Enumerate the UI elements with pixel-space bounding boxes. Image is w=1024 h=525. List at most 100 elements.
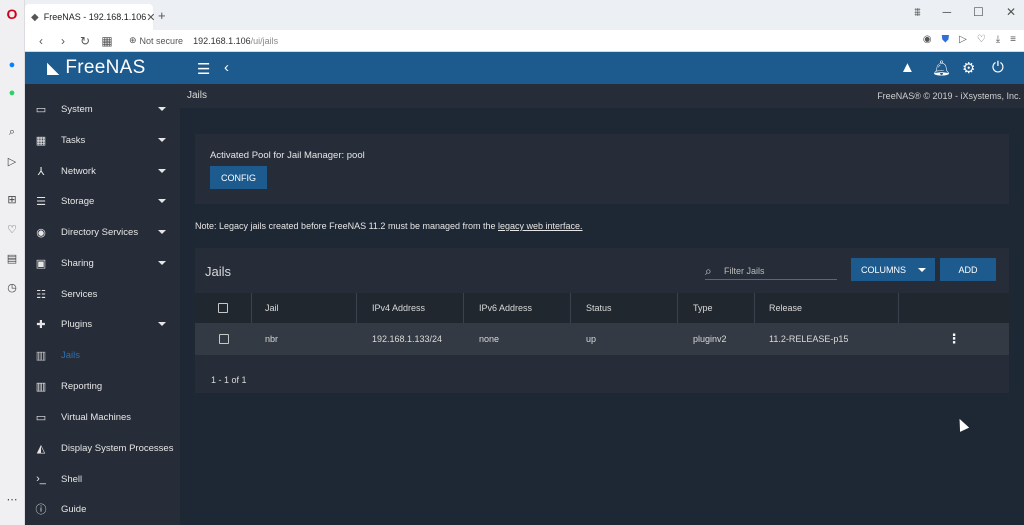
maximize-icon[interactable]: ☐ <box>973 5 984 20</box>
send-icon[interactable]: ▷ <box>5 154 19 168</box>
header-ipv4[interactable]: IPv4 Address <box>357 293 464 323</box>
minimize-icon[interactable]: ─ <box>943 5 952 20</box>
sidebar-item-label: Sharing <box>61 257 94 269</box>
sidebar-item-label: Shell <box>61 473 83 485</box>
puzzle-icon: ✚ <box>36 318 46 331</box>
header-jail[interactable]: Jail <box>252 293 357 323</box>
sidebar-item-storage[interactable]: ☰ Storage <box>25 186 180 216</box>
camera-icon[interactable]: ◉ <box>923 34 932 45</box>
filter-jails-field[interactable]: ⌕ Filter Jails <box>705 263 837 280</box>
caret-down-icon <box>918 268 926 272</box>
caret-down-icon <box>158 107 166 111</box>
sidebar-item-system[interactable]: ▭ System <box>25 94 180 124</box>
sidebar-item-guide[interactable]: ⓘ Guide <box>25 494 180 524</box>
theme-paint-icon[interactable]: ▲ <box>900 59 915 76</box>
row-select-cell <box>195 323 252 355</box>
sidebar-item-display-system-processes[interactable]: ◭ Display System Processes <box>25 433 180 463</box>
url-field[interactable]: 192.168.1.106/ui/jails <box>193 36 278 46</box>
power-icon[interactable]: ⏻ <box>992 59 1004 76</box>
sidebar-item-label: Network <box>61 165 96 177</box>
sidebar-item-tasks[interactable]: ▦ Tasks <box>25 125 180 155</box>
pagination-summary: 1 - 1 of 1 <box>211 375 247 385</box>
sliders-icon: ☷ <box>36 288 46 301</box>
filter-jails-input[interactable]: Filter Jails <box>724 266 765 276</box>
columns-label: COLUMNS <box>861 264 907 275</box>
sidebar-item-services[interactable]: ☷ Services <box>25 279 180 309</box>
main-content: Jails FreeNAS® © 2019 - iXsystems, Inc. … <box>180 84 1024 525</box>
calendar-icon: ▦ <box>35 134 47 147</box>
columns-button[interactable]: COLUMNS <box>851 258 935 281</box>
news-icon[interactable]: ▤ <box>5 251 19 265</box>
new-tab-button[interactable]: + <box>158 8 166 23</box>
browser-tab-bar: ◆ FreeNAS - 192.168.1.106 ✕ + ⩩ ─ ☐ ✕ <box>25 0 1024 30</box>
messenger-icon[interactable]: ● <box>5 58 19 72</box>
security-indicator[interactable]: ⊕ Not secure <box>129 35 183 46</box>
more-vert-icon[interactable]: ⋮ <box>948 331 961 347</box>
hamburger-menu-icon[interactable]: ☰ <box>197 60 210 78</box>
row-actions-cell: ⋮ <box>899 323 1009 355</box>
easy-setup-icon[interactable]: ⩩ <box>914 5 920 20</box>
header-type[interactable]: Type <box>678 293 755 323</box>
sidebar-item-shell[interactable]: ›_ Shell <box>25 464 180 494</box>
url-host: 192.168.1.106 <box>193 35 251 46</box>
forward-nav-icon[interactable]: › <box>57 34 69 48</box>
gear-icon[interactable]: ⚙ <box>962 59 975 77</box>
sidebar-item-label: Virtual Machines <box>61 411 132 423</box>
page-title: Jails <box>187 90 208 101</box>
processes-icon: ◭ <box>36 442 46 455</box>
back-nav-icon[interactable]: ‹ <box>35 34 47 48</box>
browser-tab[interactable]: ◆ FreeNAS - 192.168.1.106 ✕ <box>25 4 156 30</box>
speed-dial-icon[interactable]: ⊞ <box>5 192 19 206</box>
header-ipv6[interactable]: IPv6 Address <box>464 293 571 323</box>
sidebar-item-directory-services[interactable]: ◉ Directory Services <box>25 217 180 247</box>
sidebar-item-jails[interactable]: ▥ Jails <box>25 340 180 370</box>
cell-jail: nbr <box>265 334 279 344</box>
row-checkbox[interactable] <box>218 334 229 344</box>
collapse-sidebar-icon[interactable]: ‹ <box>224 59 229 76</box>
window-controls: ⩩ ─ ☐ ✕ <box>914 5 1016 20</box>
select-all-checkbox[interactable] <box>218 303 228 313</box>
sidebar-item-label: System <box>61 103 93 115</box>
sidebar-item-label: Reporting <box>61 380 103 392</box>
table-row[interactable]: nbr 192.168.1.133/24 none up pluginv2 11… <box>195 323 1009 355</box>
legacy-web-interface-link[interactable]: legacy web interface. <box>498 221 583 231</box>
header-release[interactable]: Release <box>755 293 899 323</box>
copyright-text: FreeNAS® © 2019 - iXsystems, Inc. <box>877 91 1021 101</box>
whatsapp-icon[interactable]: ● <box>5 86 19 100</box>
sidebar-item-network[interactable]: ⅄ Network <box>25 156 180 186</box>
heart-icon[interactable]: ♡ <box>5 222 19 236</box>
caret-down-icon <box>158 199 166 203</box>
caret-down-icon <box>158 138 166 142</box>
easy-menu-icon[interactable]: ≡ <box>1010 34 1016 45</box>
reload-icon[interactable]: ↻ <box>79 34 91 48</box>
header-status[interactable]: Status <box>571 293 678 323</box>
shield-icon[interactable]: ⛊ <box>942 34 950 45</box>
sidebar-item-label: Plugins <box>61 318 93 330</box>
config-button[interactable]: CONFIG <box>210 166 267 189</box>
play-icon[interactable]: ▷ <box>959 34 967 45</box>
close-window-icon[interactable]: ✕ <box>1006 5 1016 20</box>
download-icon[interactable]: ⤓ <box>996 34 1000 45</box>
tab-close-icon[interactable]: ✕ <box>146 11 155 24</box>
sidebar-item-label: Jails <box>61 349 81 361</box>
search-icon[interactable]: ⌕ <box>5 125 19 139</box>
sidebar: ▭ System ▦ Tasks ⅄ Network ☰ Storage ◉ D… <box>25 84 180 525</box>
heart-icon[interactable]: ♡ <box>977 34 986 45</box>
sidebar-item-label: Guide <box>61 503 87 515</box>
caret-down-icon <box>158 322 166 326</box>
tabs-grid-icon[interactable]: ▦ <box>101 34 113 48</box>
url-path: /ui/jails <box>250 35 279 46</box>
freenas-favicon-icon: ◆ <box>31 12 39 23</box>
note-text: Note: Legacy jails created before FreeNA… <box>195 221 496 231</box>
bell-icon[interactable]: 🔔︎ <box>932 59 951 77</box>
sidebar-item-virtual-machines[interactable]: ▭ Virtual Machines <box>25 402 180 432</box>
sidebar-item-sharing[interactable]: ▣ Sharing <box>25 248 180 278</box>
sidebar-item-plugins[interactable]: ✚ Plugins <box>25 309 180 339</box>
opera-logo-icon[interactable]: O <box>5 6 19 22</box>
more-icon[interactable]: ⋯ <box>5 492 19 506</box>
sidebar-item-label: Display System Processes <box>61 442 174 454</box>
history-icon[interactable]: ◷ <box>5 280 19 294</box>
add-jail-button[interactable]: ADD <box>940 258 996 281</box>
pool-card: Activated Pool for Jail Manager: pool CO… <box>195 134 1009 204</box>
sidebar-item-reporting[interactable]: ▥ Reporting <box>25 371 180 401</box>
